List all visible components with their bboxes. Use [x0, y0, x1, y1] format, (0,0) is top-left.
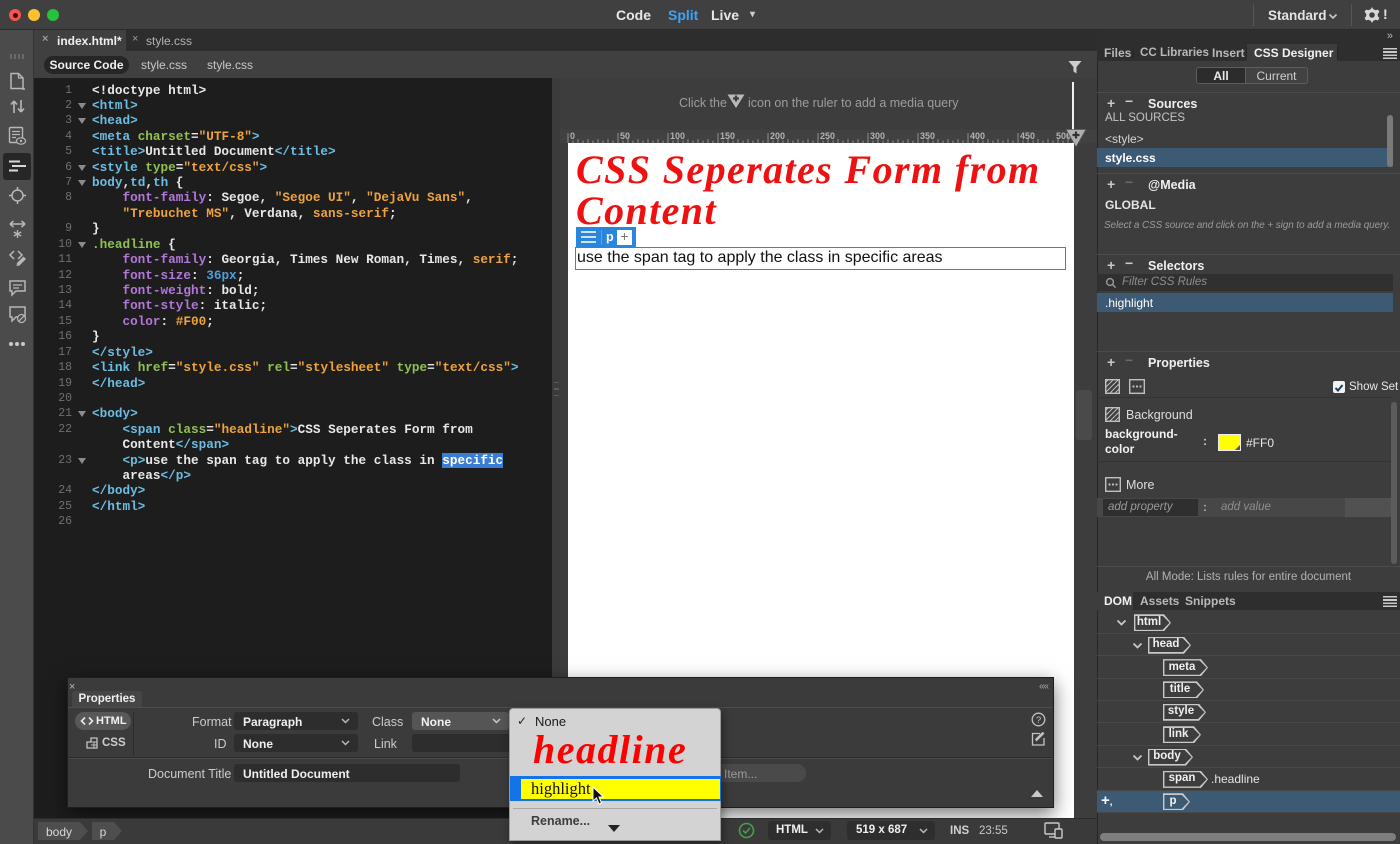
svg-text:0: 0: [570, 131, 575, 141]
svg-text:250: 250: [820, 131, 835, 141]
svg-text:?: ?: [1036, 715, 1041, 726]
svg-text:150: 150: [720, 131, 735, 141]
svg-text:50: 50: [620, 131, 630, 141]
svg-text:300: 300: [870, 131, 885, 141]
svg-text:350: 350: [920, 131, 935, 141]
svg-text:450: 450: [1020, 131, 1035, 141]
svg-text:200: 200: [770, 131, 785, 141]
svg-text:100: 100: [670, 131, 685, 141]
svg-text:400: 400: [970, 131, 985, 141]
